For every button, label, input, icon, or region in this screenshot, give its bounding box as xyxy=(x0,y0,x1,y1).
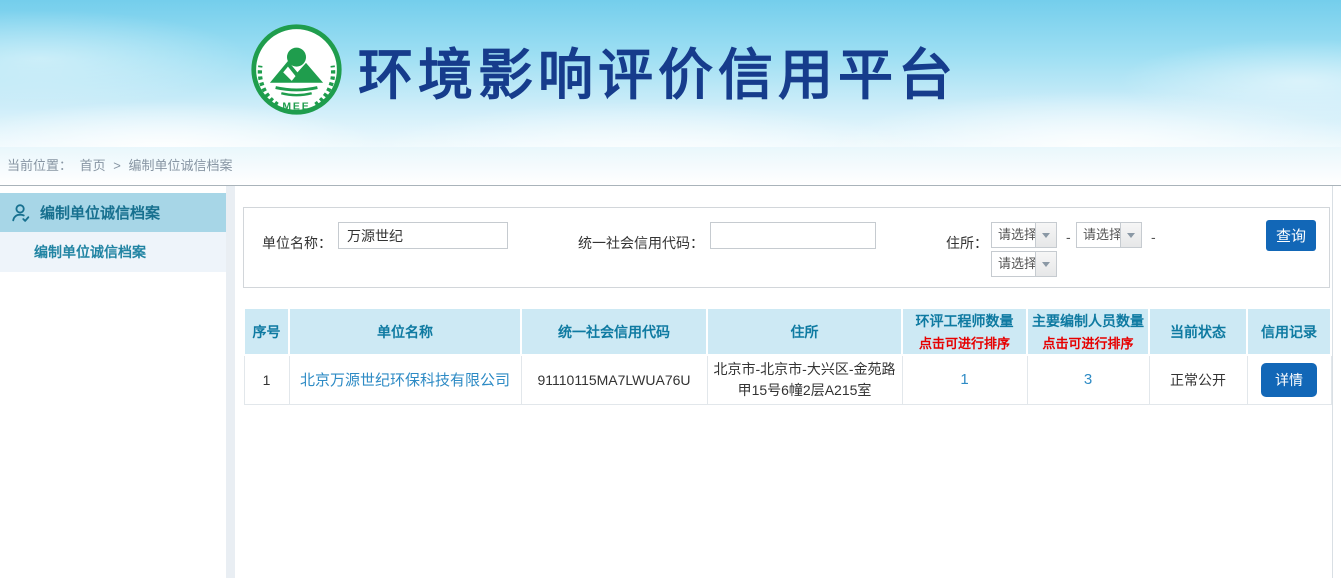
company-name-link[interactable]: 北京万源世纪环保科技有限公司 xyxy=(300,372,510,389)
page-title: 环境影响评价信用平台 xyxy=(358,30,958,110)
address-district-select[interactable]: 请选择 xyxy=(991,251,1057,277)
table-row: 1 北京万源世纪环保科技有限公司 91110115MA7LWUA76U 北京市-… xyxy=(244,355,1331,404)
detail-button[interactable]: 详情 xyxy=(1261,363,1317,397)
engineer-count-link[interactable]: 1 xyxy=(960,371,968,388)
sidebar-item-label: 编制单位诚信档案 xyxy=(40,202,160,223)
results-table: 序号 单位名称 统一社会信用代码 住所 环评工程师数量 点击可进行排序 主要编制… xyxy=(243,307,1332,405)
col-status: 当前状态 xyxy=(1149,308,1247,355)
address-province-select[interactable]: 请选择 xyxy=(991,222,1057,248)
col-staff-count-sortable[interactable]: 主要编制人员数量 点击可进行排序 xyxy=(1027,308,1149,355)
search-panel: 单位名称： 统一社会信用代码： 住所： 请选择 - 请选择 - 请选择 查询 xyxy=(243,207,1330,288)
unit-name-label: 单位名称： xyxy=(258,233,332,253)
sidebar-item-unit-credit-archive[interactable]: 编制单位诚信档案 xyxy=(0,193,226,232)
breadcrumb-label: 当前位置： xyxy=(7,158,72,173)
status-value: 正常公开 xyxy=(1149,355,1247,404)
content-region: 编制单位诚信档案 编制单位诚信档案 单位名称： 统一社会信用代码： 住所： 请选… xyxy=(0,186,1341,578)
address-value: 北京市-北京市-大兴区-金苑路甲15号6幢2层A215室 xyxy=(707,355,902,404)
address-district-value: 请选择 xyxy=(992,252,1035,276)
credit-code-value: 91110115MA7LWUA76U xyxy=(521,355,707,404)
chevron-down-icon[interactable] xyxy=(1035,252,1056,276)
person-check-icon xyxy=(10,202,32,224)
breadcrumb-home-link[interactable]: 首页 xyxy=(80,158,106,173)
col-address: 住所 xyxy=(707,308,902,355)
address-dash-1: - xyxy=(1066,229,1071,245)
mee-logo-icon: MEE xyxy=(249,22,344,117)
col-credit-code: 统一社会信用代码 xyxy=(521,308,707,355)
credit-code-label: 统一社会信用代码： xyxy=(544,233,704,253)
query-button[interactable]: 查询 xyxy=(1266,220,1316,251)
svg-text:MEE: MEE xyxy=(282,101,310,112)
address-dash-2: - xyxy=(1151,229,1156,245)
sort-hint: 点击可进行排序 xyxy=(1032,333,1144,352)
sidebar-divider xyxy=(226,186,235,578)
col-index: 序号 xyxy=(244,308,289,355)
col-credit-record: 信用记录 xyxy=(1247,308,1331,355)
breadcrumb-current: 编制单位诚信档案 xyxy=(129,158,233,173)
unit-name-input[interactable] xyxy=(338,222,508,249)
breadcrumb-separator: > xyxy=(113,158,121,173)
address-label: 住所： xyxy=(904,233,988,253)
staff-count-link[interactable]: 3 xyxy=(1084,371,1092,388)
row-index: 1 xyxy=(244,355,289,404)
breadcrumb: 当前位置： 首页 > 编制单位诚信档案 xyxy=(0,147,1341,186)
sidebar-subitem-unit-credit-archive[interactable]: 编制单位诚信档案 xyxy=(0,232,226,272)
chevron-down-icon[interactable] xyxy=(1120,223,1141,247)
col-engineer-count-sortable[interactable]: 环评工程师数量 点击可进行排序 xyxy=(902,308,1027,355)
table-header-row: 序号 单位名称 统一社会信用代码 住所 环评工程师数量 点击可进行排序 主要编制… xyxy=(244,308,1331,355)
address-city-select[interactable]: 请选择 xyxy=(1076,222,1142,248)
main-content: 单位名称： 统一社会信用代码： 住所： 请选择 - 请选择 - 请选择 查询 xyxy=(235,186,1333,578)
address-province-value: 请选择 xyxy=(992,223,1035,247)
credit-code-input[interactable] xyxy=(710,222,876,249)
address-city-value: 请选择 xyxy=(1077,223,1120,247)
sidebar-subitem-label: 编制单位诚信档案 xyxy=(34,242,146,262)
sidebar: 编制单位诚信档案 编制单位诚信档案 xyxy=(0,186,226,578)
chevron-down-icon[interactable] xyxy=(1035,223,1056,247)
brand: MEE 环境影响评价信用平台 xyxy=(249,22,958,117)
col-unit-name: 单位名称 xyxy=(289,308,521,355)
sort-hint: 点击可进行排序 xyxy=(907,333,1022,352)
site-header: MEE 环境影响评价信用平台 xyxy=(0,0,1341,147)
